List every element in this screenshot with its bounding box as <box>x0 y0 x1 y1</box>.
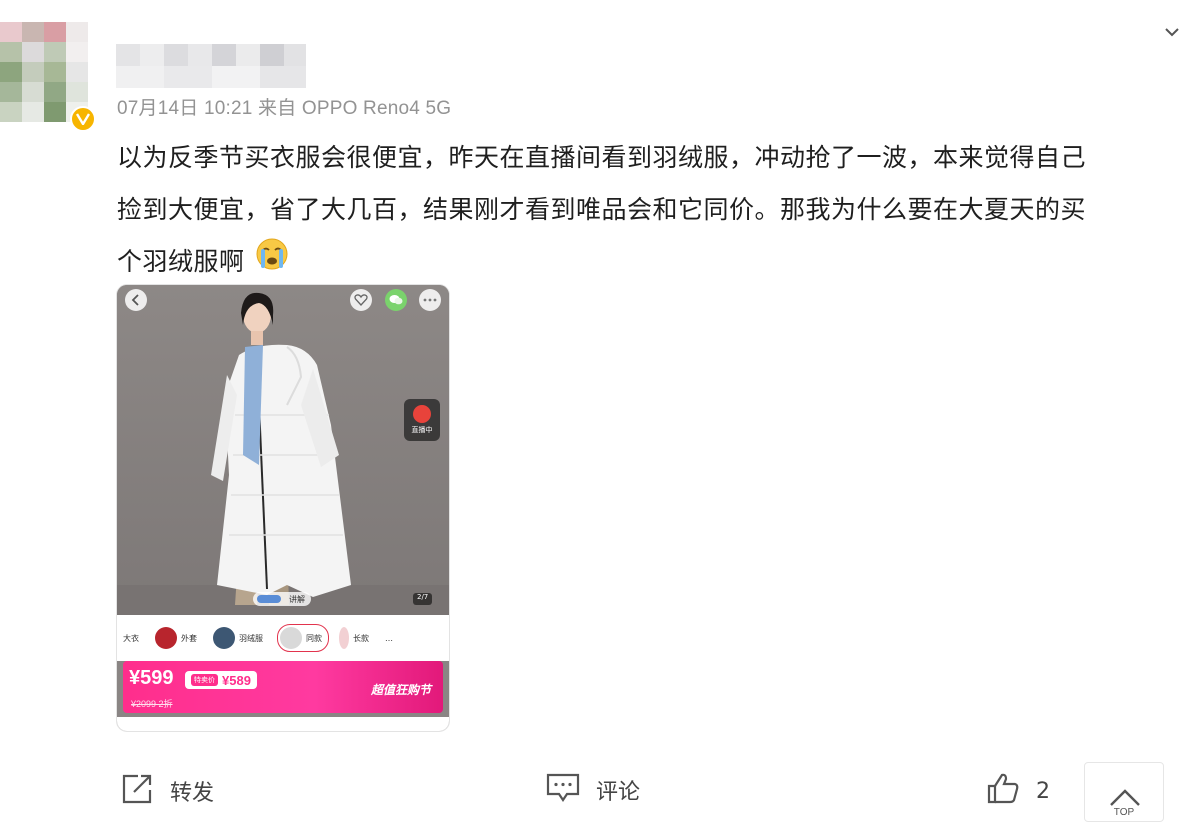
post-text-line: 捡到大便宜，省了大几百，结果刚才看到唯品会和它同价。那我为什么要在大夏天的买 <box>117 195 1087 224</box>
image-counter: 2/7 <box>413 593 433 605</box>
post-text-line: 个羽绒服啊 <box>117 236 1187 288</box>
back-to-top-button[interactable]: TOP <box>1084 762 1164 822</box>
post-text-line-last: 个羽绒服啊 <box>117 247 245 276</box>
share-wechat-icon[interactable] <box>385 289 407 311</box>
share-icon <box>120 772 154 810</box>
special-price-tag: 特卖价 ¥589 <box>185 671 257 689</box>
price-bar[interactable]: ¥599 特卖价 ¥589 ¥2099 2折 超值狂购节 <box>123 661 443 713</box>
back-icon[interactable] <box>125 289 147 311</box>
verified-badge-icon <box>70 106 96 132</box>
like-button[interactable]: 2 <box>986 772 1050 810</box>
comment-icon <box>546 772 580 808</box>
variant-thumb[interactable]: 外套 <box>153 625 203 651</box>
post-image[interactable]: 直播中 讲解 2/7 大衣 外套 羽绒服 同款 长款 … ¥599 特卖价 ¥58… <box>117 285 449 731</box>
variant-thumb-label: 大衣 <box>123 633 139 643</box>
comment-label: 评论 <box>596 780 641 805</box>
special-price-label: 特卖价 <box>191 674 218 686</box>
comment-button[interactable]: 评论 <box>546 772 640 808</box>
live-badge-label: 直播中 <box>411 426 433 434</box>
variant-thumb-label: … <box>385 633 393 643</box>
original-price: ¥2099 2折 <box>131 699 173 709</box>
variant-thumb-selected[interactable]: 同款 <box>277 624 329 652</box>
favorite-heart-icon[interactable] <box>350 289 372 311</box>
crying-face-icon <box>255 237 289 289</box>
festival-label: 超值狂购节 <box>370 683 431 697</box>
bottom-strip <box>117 717 449 731</box>
thumbs-up-icon <box>986 772 1020 810</box>
username-blurred[interactable] <box>116 44 306 90</box>
product-photo: 直播中 讲解 2/7 <box>117 285 449 615</box>
variant-thumb-more[interactable]: … <box>383 625 399 651</box>
back-to-top-label: TOP <box>1113 807 1135 818</box>
explain-pill-label: 讲解 <box>289 594 305 604</box>
variant-thumb-label: 外套 <box>181 633 197 643</box>
variant-thumb-label: 长款 <box>353 633 369 643</box>
explain-pill[interactable]: 讲解 <box>253 592 311 606</box>
more-icon[interactable] <box>419 289 441 311</box>
forward-label: 转发 <box>170 781 215 806</box>
live-badge[interactable]: 直播中 <box>404 399 440 441</box>
like-count: 2 <box>1036 778 1050 804</box>
variant-thumbs: 大衣 外套 羽绒服 同款 长款 … <box>117 615 449 661</box>
avatar[interactable] <box>0 22 88 122</box>
forward-button[interactable]: 转发 <box>120 772 214 810</box>
post-meta: 07月14日 10:21 来自 OPPO Reno4 5G <box>117 98 452 119</box>
chevron-down-icon[interactable] <box>1162 22 1182 42</box>
price: ¥599 <box>129 667 174 689</box>
post-text-line: 以为反季节买衣服会很便宜，昨天在直播间看到羽绒服，冲动抢了一波，本来觉得自己 <box>117 143 1087 172</box>
variant-thumb[interactable]: 大衣 <box>121 625 145 651</box>
special-price-value: ¥589 <box>222 672 251 688</box>
variant-thumb-label: 同款 <box>306 633 322 643</box>
variant-thumb[interactable]: 长款 <box>337 625 375 651</box>
post-text: 以为反季节买衣服会很便宜，昨天在直播间看到羽绒服，冲动抢了一波，本来觉得自己 捡… <box>117 132 1187 288</box>
variant-thumb[interactable]: 羽绒服 <box>211 625 269 651</box>
variant-thumb-label: 羽绒服 <box>239 633 263 643</box>
